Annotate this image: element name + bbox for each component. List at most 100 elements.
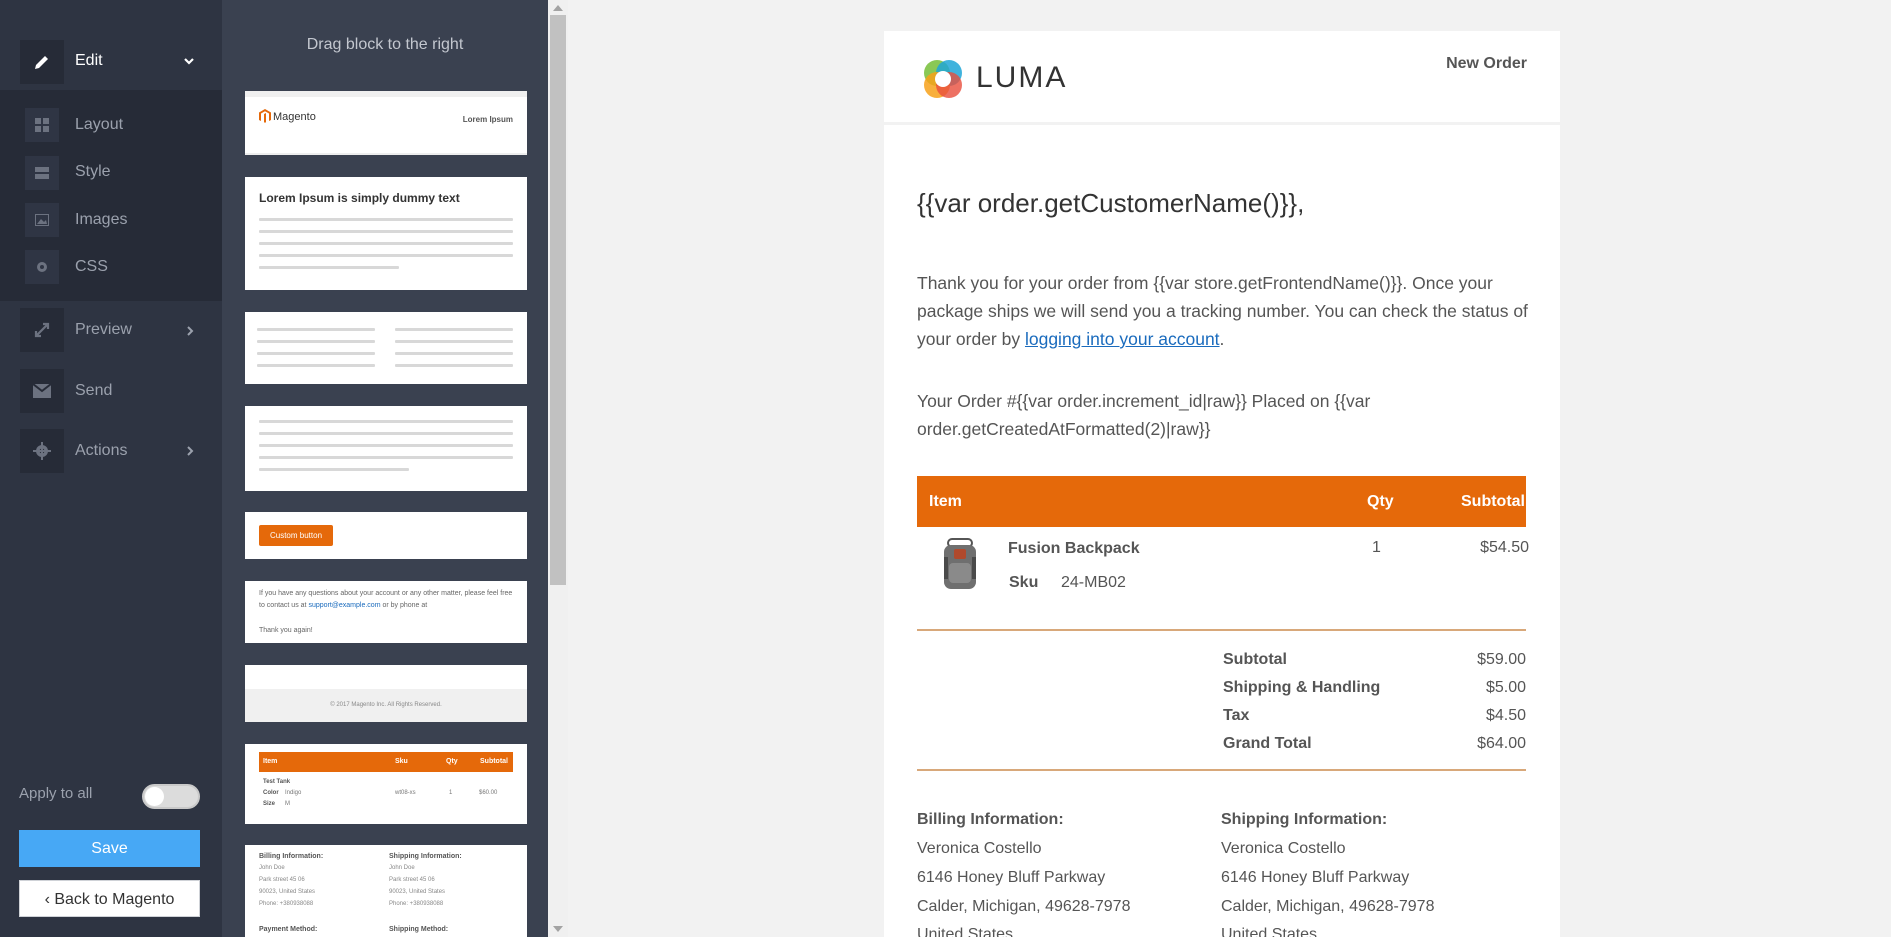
totals-subtotal-value: $59.00 [1477,651,1526,668]
billing-city: Calder, Michigan, 49628-7978 [917,898,1131,915]
thank-you-period: . [1219,329,1225,349]
shipping-name: Veronica Costello [1221,840,1346,857]
block-header[interactable]: Magento Lorem Ipsum [245,91,527,155]
sidebar-item-layout[interactable]: Layout [75,116,123,134]
text-line [259,432,513,435]
items-sku: wt08-xs [395,790,416,796]
block-header-right-text: Lorem Ipsum [462,115,513,124]
product-subtotal: $54.50 [1480,539,1529,556]
backpack-product-image [944,538,976,589]
shipping-name: John Doe [389,865,415,871]
totals-shipping-value: $5.00 [1485,679,1526,696]
shipping-city: Calder, Michigan, 49628-7978 [1221,898,1435,915]
thank-you-paragraph: Thank you for your order from {{var stor… [917,269,1529,353]
layout-icon [25,108,59,142]
items-color-label: Color [263,790,279,796]
text-line [257,328,375,331]
sidebar-item-images[interactable]: Images [75,211,127,229]
back-to-magento-button[interactable]: ‹ Back to Magento [19,880,200,917]
scroll-down-arrow-icon[interactable] [553,926,563,932]
shipping-street: 6146 Honey Bluff Parkway [1221,869,1410,886]
footer-copyright: © 2017 Magento Inc. All Rights Reserved. [330,702,442,708]
edit-menu-header[interactable]: Edit [0,0,222,90]
custom-button-preview: Custom button [259,525,333,546]
items-product-name: Test Tank [263,779,291,785]
items-col-sku: Sku [395,758,408,765]
shipping-heading: Shipping Information: [389,853,462,860]
edit-label[interactable]: Edit [75,52,103,70]
billing-phone: Phone: +380938088 [259,901,314,907]
sidebar-item-send[interactable]: Send [75,382,112,400]
shipping-street: Park street 45 06 [389,877,435,883]
block-title: Lorem Ipsum is simply dummy text [259,191,460,205]
items-col-item: Item [263,758,278,765]
text-line [259,444,513,447]
luma-logo-icon [924,60,962,98]
totals-shipping-label: Shipping & Handling [1223,679,1381,696]
block-items-table[interactable]: Item Sku Qty Subtotal Test Tank Color In… [245,744,527,824]
billing-country: United States [917,926,1014,937]
text-line [257,364,375,367]
palette-scrollbar[interactable] [548,0,568,937]
style-icon [25,156,59,190]
block-divider [245,153,527,155]
account-login-link[interactable]: logging into your account [1025,329,1220,349]
sidebar-item-actions[interactable]: Actions [75,442,127,460]
totals-grand-total-label: Grand Total [1223,735,1312,752]
scrollbar-thumb[interactable] [550,15,566,585]
items-qty: 1 [449,790,453,796]
luma-wordmark: LUMA [976,61,1068,94]
totals-grand-total-value: $64.00 [1477,735,1526,752]
items-col-qty: Qty [446,758,458,765]
text-line [259,266,399,269]
pencil-icon [20,40,64,84]
magento-logo-icon [259,109,271,123]
product-qty: 1 [1372,539,1381,556]
items-table-header: Item Qty Subtotal [917,476,1526,527]
block-footer[interactable]: © 2017 Magento Inc. All Rights Reserved. [245,665,527,722]
contact-email-link: support@example.com [308,602,381,609]
text-line [395,352,513,355]
thank-you-text: Thank you again! [259,627,313,634]
totals-tax-label: Tax [1223,707,1250,724]
block-addresses[interactable]: Billing Information: Shipping Informatio… [245,845,527,937]
sidebar-item-css[interactable]: CSS [75,258,108,276]
back-button-label: Back to Magento [54,891,175,908]
save-button[interactable]: Save [19,830,200,867]
sidebar-item-preview[interactable]: Preview [75,321,132,339]
block-two-column-text[interactable] [245,312,527,384]
totals-subtotal-label: Subtotal [1223,651,1287,668]
image-icon [25,203,59,237]
block-title-text[interactable]: Lorem Ipsum is simply dummy text [245,177,527,290]
billing-heading: Billing Information: [259,853,324,860]
items-divider [917,629,1526,631]
shipping-method-heading: Shipping Method: [389,926,449,933]
sidebar-item-style[interactable]: Style [75,163,111,181]
items-size: M [285,801,290,807]
product-sku: 24-MB02 [1061,574,1126,591]
items-color: Indigo [285,790,302,796]
preview-expand-icon [20,308,64,352]
editor-sidebar: Edit Layout Style Images CSS Preview Sen… [0,0,222,937]
text-line [259,218,513,221]
scroll-up-arrow-icon[interactable] [553,5,563,11]
toggle-knob [145,787,164,806]
payment-method-heading: Payment Method: [259,926,318,933]
block-button[interactable]: Custom button [245,512,527,559]
email-header: LUMA New Order [884,31,1560,125]
items-col-subtotal: Subtotal [480,758,508,765]
customer-greeting: {{var order.getCustomerName()}}, [917,188,1305,218]
shipping-phone: Phone: +380938088 [389,901,444,907]
billing-name: Veronica Costello [917,840,1042,857]
css-gear-icon [25,250,59,284]
apply-to-all-toggle[interactable] [142,784,200,809]
billing-name: John Doe [259,865,285,871]
billing-street: 6146 Honey Bluff Parkway [917,869,1106,886]
chevron-right-icon [187,446,194,456]
block-contact[interactable]: If you have any questions about your acc… [245,581,527,643]
block-paragraph[interactable] [245,406,527,491]
billing-street: Park street 45 06 [259,877,305,883]
palette-hint: Drag block to the right [306,36,464,53]
product-sku-label: Sku [1009,574,1039,591]
envelope-icon [20,369,64,413]
